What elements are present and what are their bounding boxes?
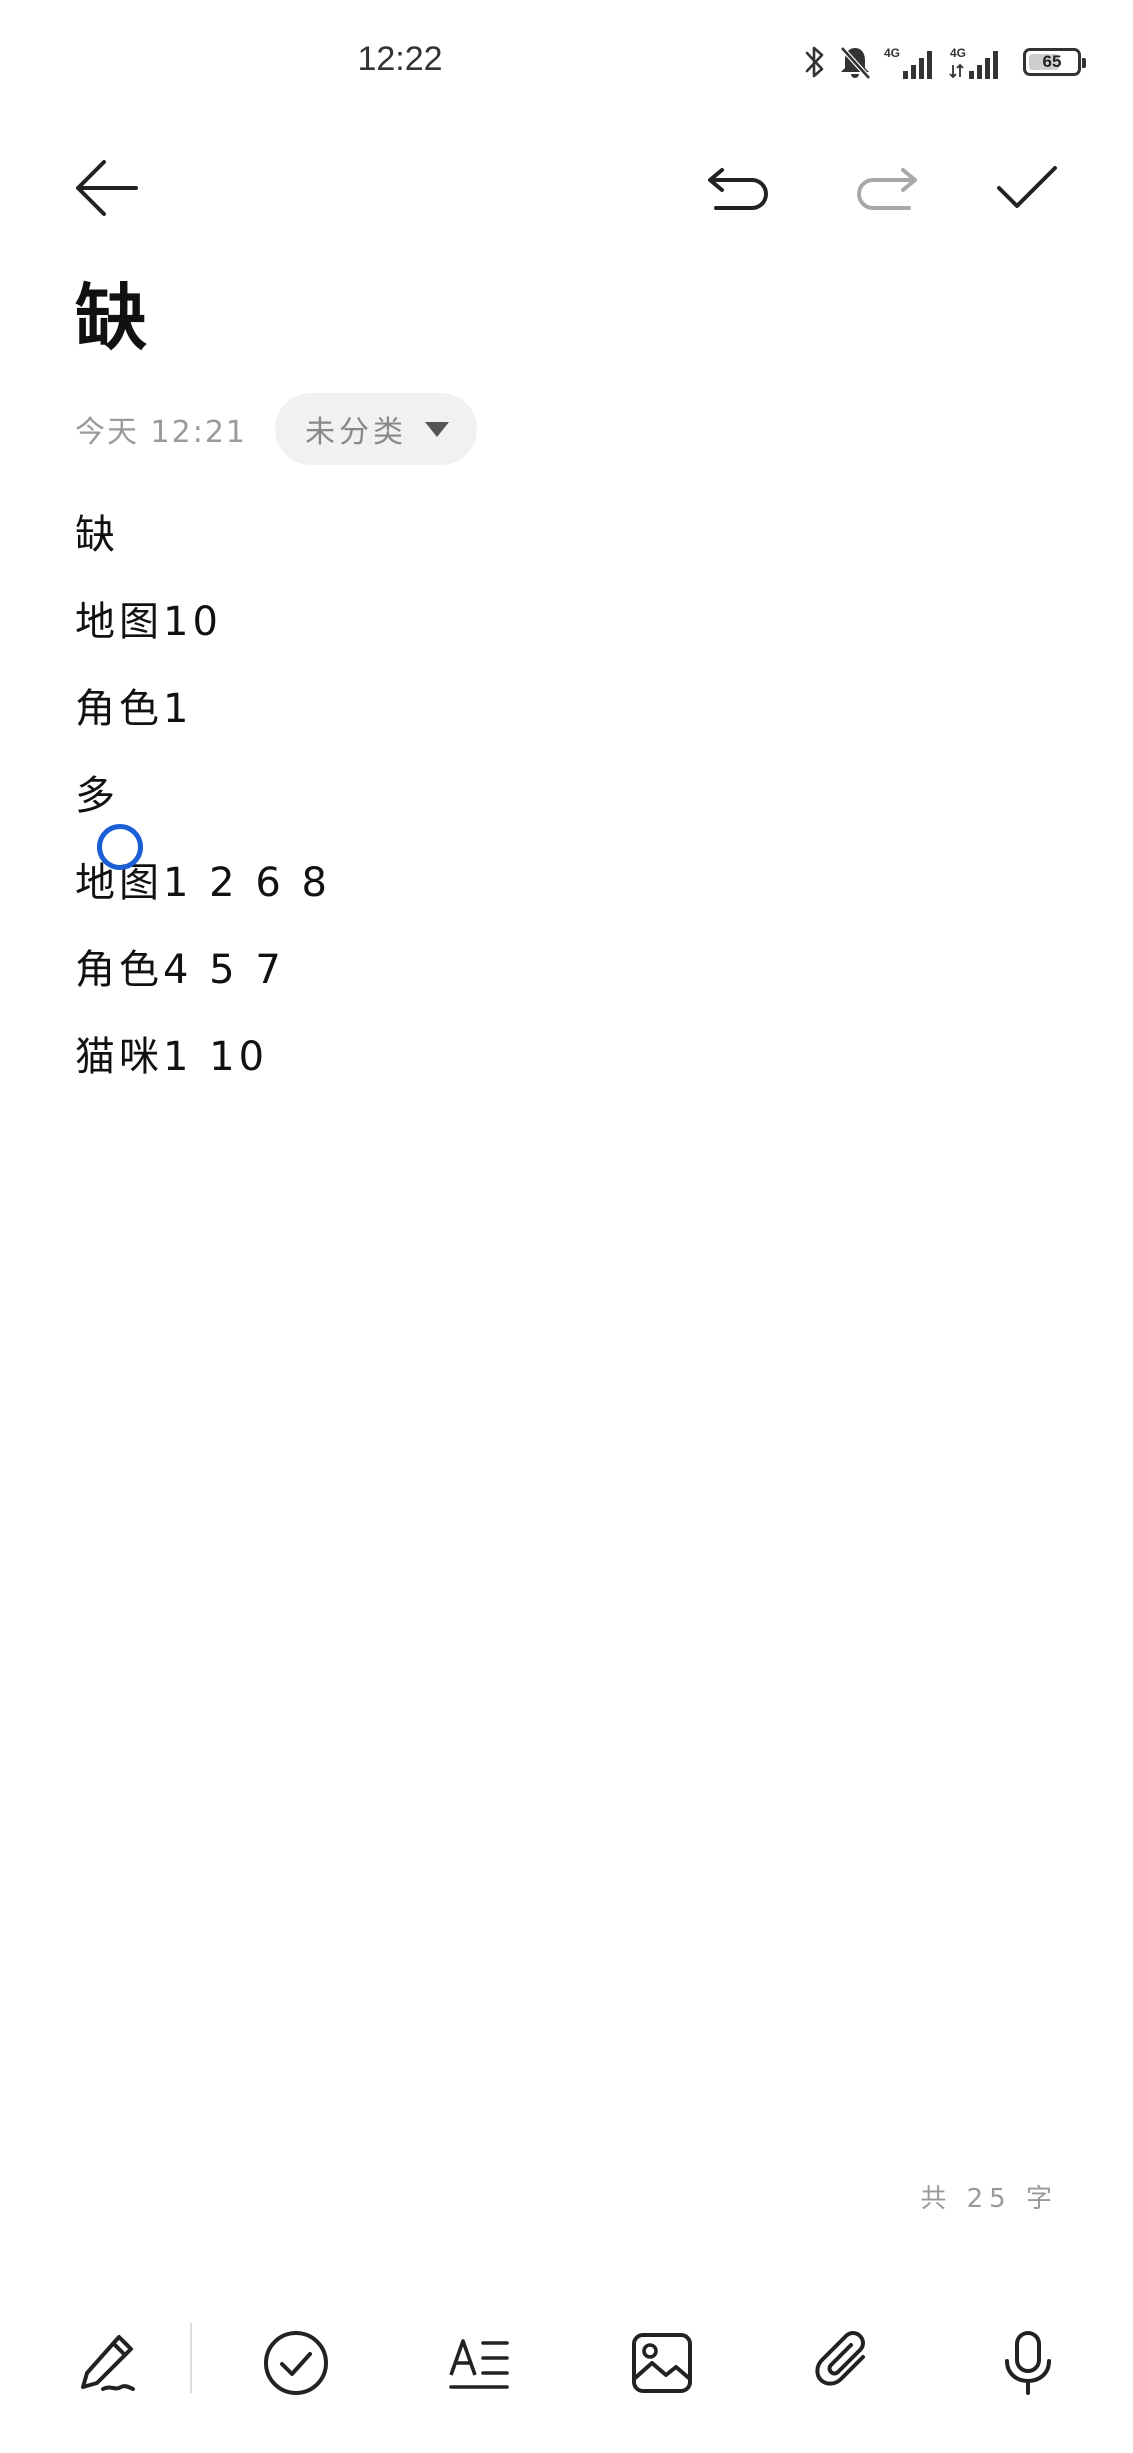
battery-icon: 65 — [1023, 48, 1086, 76]
insert-image-button[interactable] — [617, 2318, 707, 2408]
checklist-button[interactable] — [251, 2318, 341, 2408]
battery-level: 65 — [1042, 52, 1062, 71]
note-line[interactable]: 角色4 5 7 — [75, 940, 331, 1027]
note-line[interactable]: 地图10 — [75, 592, 331, 679]
undo-icon — [708, 168, 768, 210]
handwriting-button[interactable] — [62, 2318, 152, 2408]
status-icons: 4G 4G 65 — [803, 42, 1086, 82]
bell-muted-icon — [840, 46, 871, 80]
note-date: 今天 12:21 — [75, 415, 247, 450]
note-line[interactable]: 角色1 — [75, 679, 331, 766]
attachment-button[interactable] — [800, 2318, 890, 2408]
arrow-left-icon — [76, 160, 138, 216]
check-circle-icon — [264, 2331, 328, 2395]
microphone-icon — [1005, 2331, 1051, 2395]
note-meta: 今天 12:21 未分类 — [75, 393, 477, 465]
pen-icon — [81, 2335, 135, 2391]
network-label: 4G — [950, 46, 966, 60]
back-button[interactable] — [62, 143, 152, 233]
text-format-icon — [449, 2339, 509, 2389]
image-icon — [632, 2333, 692, 2393]
signal-4g-icon: 4G — [884, 46, 932, 79]
checkmark-icon — [997, 166, 1057, 208]
caret-down-icon — [425, 421, 449, 437]
text-format-button[interactable] — [434, 2318, 524, 2408]
toolbar-divider — [190, 2323, 192, 2393]
text-cursor-handle[interactable] — [97, 824, 143, 870]
network-label: 4G — [884, 46, 900, 60]
note-line[interactable]: 缺 — [75, 505, 331, 592]
note-body[interactable]: 缺 地图10 角色1 多 地图1 2 6 8 角色4 5 7 猫咪1 10 — [75, 505, 331, 1114]
category-label: 未分类 — [305, 415, 407, 450]
redo-icon — [857, 168, 917, 210]
note-title[interactable]: 缺 — [75, 282, 147, 354]
voice-input-button[interactable] — [983, 2318, 1073, 2408]
category-dropdown[interactable]: 未分类 — [275, 393, 477, 465]
undo-button[interactable] — [695, 145, 785, 235]
redo-button — [840, 145, 930, 235]
word-count: 共 25 字 — [920, 2184, 1058, 2214]
paperclip-icon — [815, 2331, 865, 2386]
bluetooth-icon — [805, 46, 824, 78]
note-line[interactable]: 猫咪1 10 — [75, 1027, 331, 1114]
done-button[interactable] — [982, 143, 1072, 233]
status-time: 12:22 — [357, 40, 443, 78]
signal-4g-icon: 4G — [949, 46, 998, 79]
